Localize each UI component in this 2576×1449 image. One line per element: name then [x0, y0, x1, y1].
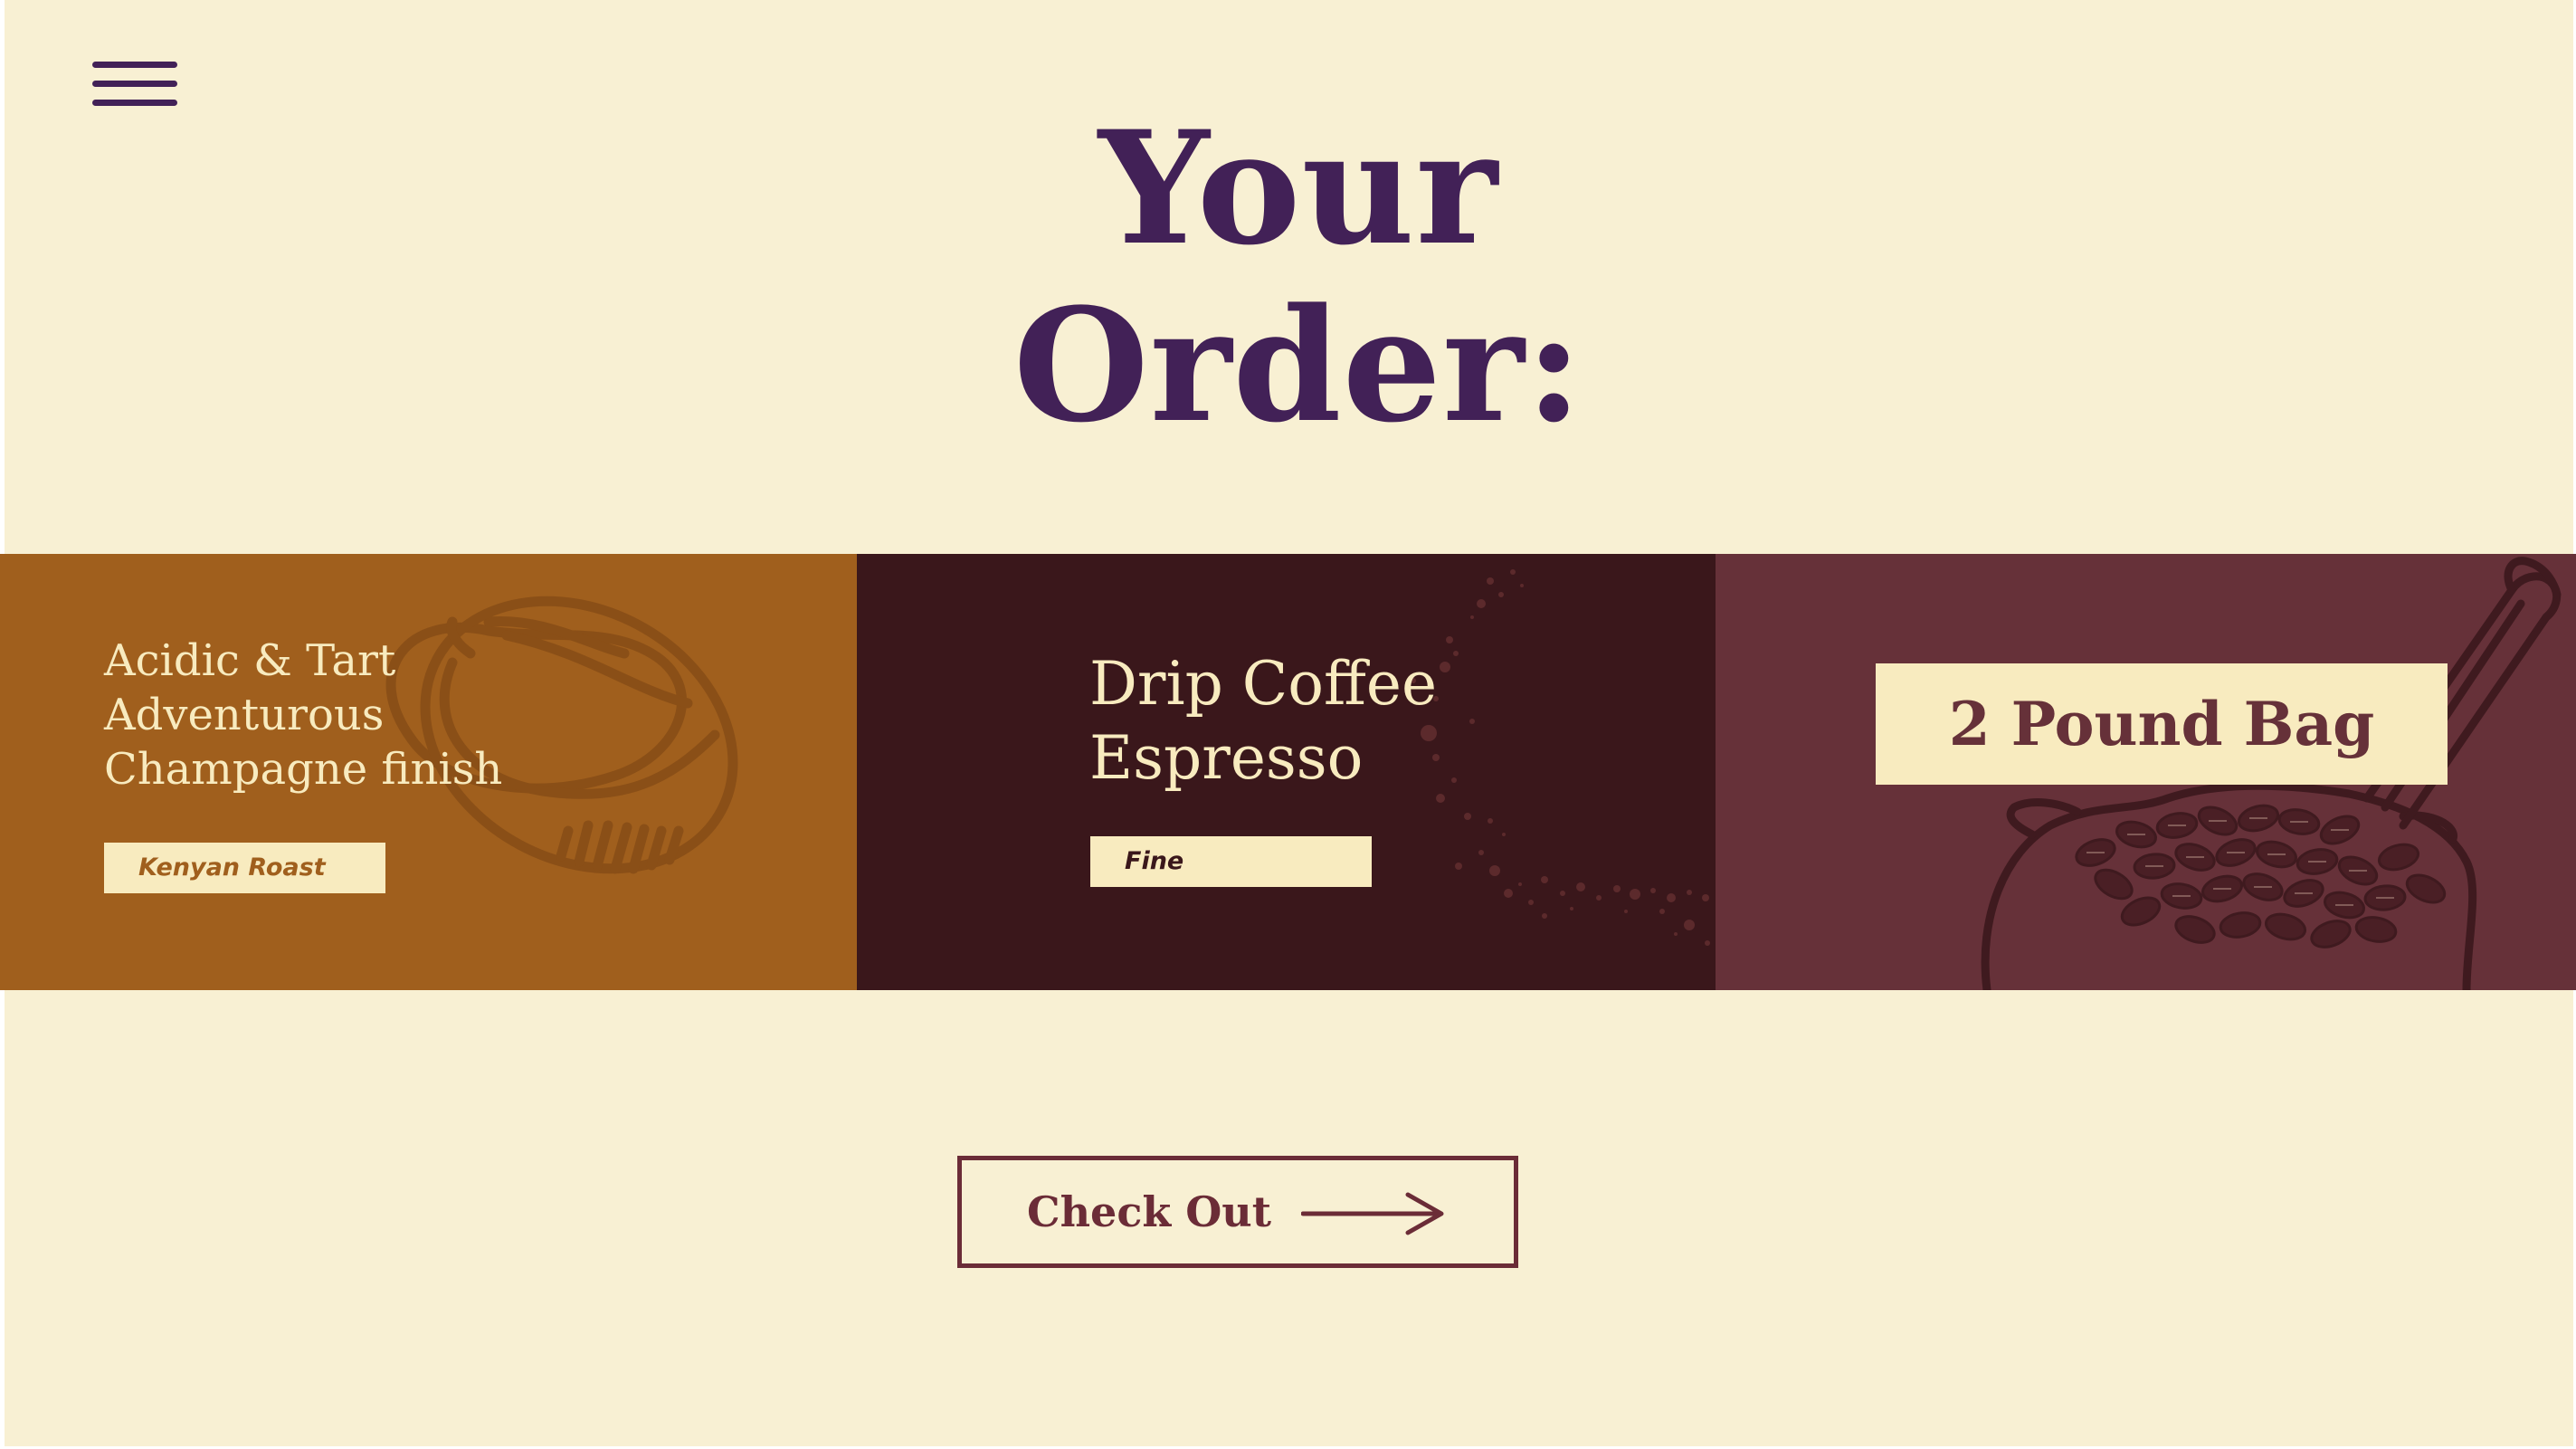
arrow-right-icon — [1301, 1192, 1444, 1235]
brew-methods: Drip Coffee Espresso — [1089, 647, 1437, 796]
page-title: Your Order: — [814, 100, 1782, 454]
page-title-line-1: Your — [1098, 96, 1499, 280]
roast-name-tag: Kenyan Roast — [104, 843, 385, 893]
flavor-note: Acidic & Tart — [104, 635, 396, 686]
menu-bar — [92, 100, 177, 106]
brew-method: Espresso — [1089, 723, 1364, 793]
flavor-notes: Acidic & Tart Adventurous Champagne fini… — [104, 634, 502, 796]
bag-size-label: 2 Pound Bag — [1876, 663, 2448, 785]
menu-bar — [92, 62, 177, 68]
check-out-button[interactable]: Check Out — [957, 1156, 1518, 1268]
hamburger-menu-icon[interactable] — [92, 60, 177, 107]
grind-size-tag: Fine — [1090, 836, 1372, 887]
page-title-line-2: Order: — [1012, 273, 1584, 457]
check-out-label: Check Out — [1027, 1187, 1271, 1236]
brew-method: Drip Coffee — [1089, 649, 1438, 719]
flavor-note: Adventurous — [104, 690, 385, 740]
menu-bar — [92, 81, 177, 87]
order-page: Your Order: Acidic & Tart Adventurous Ch… — [0, 0, 2576, 1449]
flavor-note: Champagne finish — [104, 744, 503, 795]
roast-panel[interactable]: Acidic & Tart Adventurous Champagne fini… — [0, 554, 857, 990]
brew-method-panel[interactable]: Drip Coffee Espresso Fine — [857, 554, 1716, 990]
